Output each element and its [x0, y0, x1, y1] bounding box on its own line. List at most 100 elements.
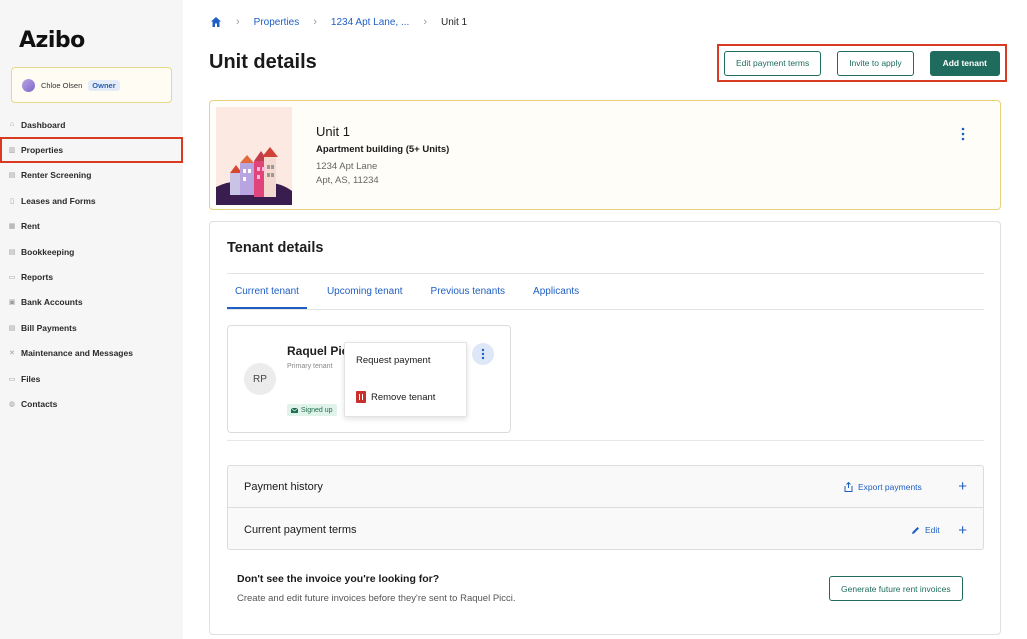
contact-icon: ◍	[8, 400, 16, 408]
section-title: Tenant details	[227, 240, 324, 256]
payment-terms-row[interactable]: Current payment terms Edit +	[228, 509, 983, 551]
sidebar-item-label: Bill Payments	[21, 322, 77, 333]
chevron-right-icon: ›	[423, 16, 427, 28]
sidebar-item-rent[interactable]: ▦ Rent	[0, 214, 183, 239]
app-logo[interactable]: Azibo	[19, 28, 85, 53]
sidebar-item-label: Bank Accounts	[21, 297, 83, 308]
user-name: Chloe Olsen	[41, 80, 83, 90]
unit-title: Unit 1	[316, 124, 350, 139]
chevron-right-icon: ›	[236, 16, 240, 28]
sidebar-item-label: Reports	[21, 272, 54, 283]
sidebar-item-bank-accounts[interactable]: ▣ Bank Accounts	[0, 290, 183, 315]
export-label: Export payments	[858, 481, 922, 492]
tab-current-tenant[interactable]: Current tenant	[227, 282, 307, 309]
home-icon: ⌂	[9, 121, 15, 129]
sidebar-item-contacts[interactable]: ◍ Contacts	[0, 391, 183, 416]
breadcrumb: › Properties › 1234 Apt Lane, ... › Unit…	[210, 15, 467, 29]
report-icon: ▭	[8, 274, 16, 282]
tenant-name: Raquel Picci	[287, 344, 346, 358]
breadcrumb-address[interactable]: 1234 Apt Lane, ...	[331, 17, 409, 28]
home-icon[interactable]	[210, 16, 222, 28]
menu-item-request-payment[interactable]: Request payment	[356, 355, 430, 366]
invite-to-apply-button[interactable]: Invite to apply	[837, 50, 914, 76]
invoice-title: Don't see the invoice you're looking for…	[237, 573, 440, 585]
export-payments-link[interactable]: Export payments	[844, 481, 922, 492]
document-icon: ▯	[10, 197, 14, 205]
book-icon: ▤	[8, 248, 16, 256]
avatar	[22, 78, 35, 92]
menu-item-label: Remove tenant	[371, 391, 436, 403]
breadcrumb-properties[interactable]: Properties	[254, 17, 300, 28]
main-content: › Properties › 1234 Apt Lane, ... › Unit…	[183, 0, 1027, 639]
sidebar-nav: ⌂ Dashboard ▥ Properties ▤ Renter Screening…	[0, 112, 183, 417]
user-card[interactable]: Chloe Olsen Owner	[11, 67, 172, 103]
pencil-icon	[912, 526, 919, 534]
sidebar-item-files[interactable]: ▭ Files	[0, 366, 183, 391]
sidebar-item-label: Bookkeeping	[21, 246, 75, 257]
bill-icon: ▤	[8, 324, 16, 332]
page-title: Unit details	[209, 51, 317, 73]
unit-illustration	[216, 107, 292, 205]
tab-previous-tenants[interactable]: Previous tenants	[423, 282, 514, 309]
tab-applicants[interactable]: Applicants	[525, 282, 587, 309]
status-badge: Signed up	[287, 404, 337, 416]
unit-address-line2: Apt, AS, 11234	[316, 175, 379, 186]
menu-item-remove-tenant[interactable]: Remove tenant	[356, 391, 435, 403]
trash-icon	[356, 391, 366, 403]
edit-terms-link[interactable]: Edit	[911, 525, 940, 535]
menu-item-label: Request payment	[356, 355, 431, 366]
export-icon	[844, 481, 853, 492]
payment-terms-label: Current payment terms	[244, 524, 357, 536]
divider	[227, 309, 984, 310]
sidebar-item-properties[interactable]: ▥ Properties	[0, 137, 183, 163]
mail-icon	[291, 407, 298, 413]
expand-plus-icon[interactable]: +	[958, 522, 967, 539]
sidebar-item-reports[interactable]: ▭ Reports	[0, 264, 183, 289]
role-badge: Owner	[88, 79, 120, 91]
sidebar-item-label: Files	[21, 373, 41, 384]
tools-icon: ✕	[9, 350, 15, 358]
sidebar-item-dashboard[interactable]: ⌂ Dashboard	[0, 112, 183, 137]
generate-invoices-button[interactable]: Generate future rent invoices	[829, 576, 963, 601]
divider	[227, 273, 984, 274]
status-text: Signed up	[301, 406, 333, 414]
add-tenant-button[interactable]: Add tenant	[929, 50, 1000, 76]
sidebar-item-label: Renter Screening	[21, 170, 92, 181]
sidebar-item-renter-screening[interactable]: ▤ Renter Screening	[0, 163, 183, 188]
payments-accordion: Payment history Export payments + Curren…	[227, 465, 984, 550]
sidebar-item-label: Maintenance and Messages	[21, 348, 133, 359]
more-options-icon[interactable]	[958, 126, 968, 142]
bank-icon: ▣	[8, 299, 16, 307]
edit-payment-terms-button[interactable]: Edit payment terms	[724, 50, 822, 76]
sidebar-item-label: Rent	[21, 221, 40, 232]
rent-icon: ▦	[8, 223, 16, 231]
divider	[227, 440, 984, 441]
sidebar-item-label: Leases and Forms	[21, 195, 96, 206]
sidebar-item-bill-payments[interactable]: ▤ Bill Payments	[0, 315, 183, 340]
tenant-card: RP Raquel Picci Primary tenant Signed up…	[227, 325, 511, 433]
sidebar-item-bookkeeping[interactable]: ▤ Bookkeeping	[0, 239, 183, 264]
breadcrumb-current: Unit 1	[441, 16, 468, 28]
tenant-details-panel: Tenant details Current tenant Upcoming t…	[209, 221, 1001, 635]
unit-type: Apartment building (5+ Units)	[316, 144, 450, 155]
payment-history-label: Payment history	[244, 480, 323, 493]
sidebar-item-label: Contacts	[21, 398, 58, 409]
sidebar-item-maintenance[interactable]: ✕ Maintenance and Messages	[0, 341, 183, 366]
building-icon: ▥	[8, 147, 16, 155]
tenant-more-options-icon[interactable]	[472, 343, 494, 365]
tab-upcoming-tenant[interactable]: Upcoming tenant	[319, 282, 411, 309]
sidebar-item-label: Properties	[21, 145, 64, 156]
unit-card: Unit 1 Apartment building (5+ Units) 123…	[209, 100, 1001, 210]
payment-history-row[interactable]: Payment history Export payments +	[228, 466, 983, 508]
sidebar: Azibo Chloe Olsen Owner ⌂ Dashboard ▥ Prop…	[0, 0, 183, 639]
sidebar-item-leases-and-forms[interactable]: ▯ Leases and Forms	[0, 188, 183, 213]
screening-icon: ▤	[8, 172, 16, 180]
tenant-role: Primary tenant	[287, 363, 333, 370]
invoice-subtitle: Create and edit future invoices before t…	[237, 593, 516, 604]
tenant-options-menu: Request payment Remove tenant	[344, 342, 467, 417]
expand-plus-icon[interactable]: +	[958, 478, 967, 495]
avatar: RP	[244, 363, 276, 395]
actions-toolbar: Edit payment terms Invite to apply Add t…	[717, 44, 1007, 82]
chevron-right-icon: ›	[313, 16, 317, 28]
sidebar-item-label: Dashboard	[21, 119, 66, 130]
